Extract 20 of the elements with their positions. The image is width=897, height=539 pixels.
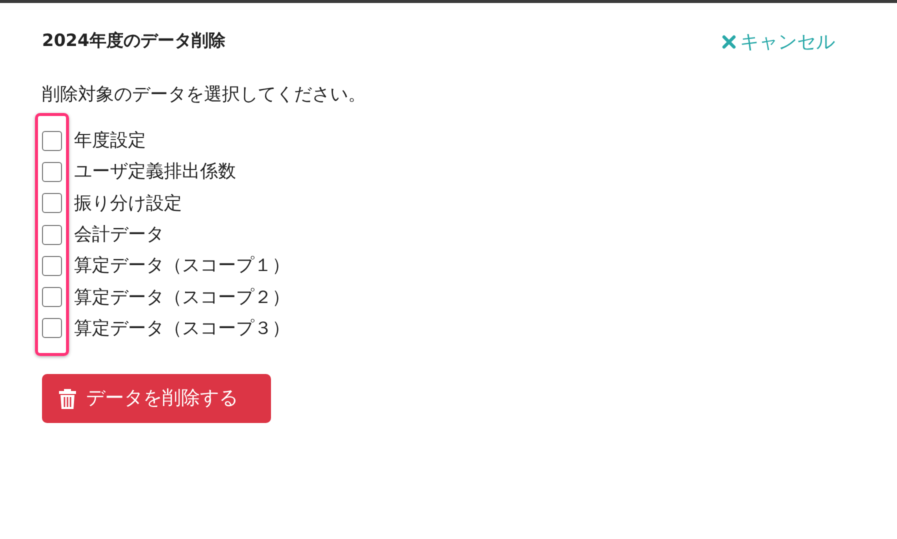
option-label: 算定データ（スコープ２） xyxy=(74,286,290,310)
option-label: 会計データ xyxy=(74,223,164,248)
checkbox[interactable] xyxy=(42,287,62,308)
instruction-text: 削除対象のデータを選択してください。 xyxy=(42,83,367,107)
checkbox[interactable] xyxy=(42,130,62,151)
option-label: 年度設定 xyxy=(74,129,146,154)
checkbox[interactable] xyxy=(42,318,62,338)
trash-icon xyxy=(59,388,76,409)
option-label: 算定データ（スコープ３） xyxy=(74,316,290,341)
option-label: ユーザ定義排出係数 xyxy=(74,160,236,184)
delete-button[interactable]: データを削除する xyxy=(42,374,271,424)
close-icon xyxy=(722,35,736,49)
checkbox[interactable] xyxy=(42,224,62,245)
option-label: 振り分け設定 xyxy=(74,192,182,216)
checkbox[interactable] xyxy=(42,256,62,276)
checkbox[interactable] xyxy=(42,162,62,182)
cancel-button[interactable]: キャンセル xyxy=(722,28,835,56)
dialog-title: 2024年度のデータ削除 xyxy=(42,30,226,54)
checkbox[interactable] xyxy=(42,193,62,214)
option-label: 算定データ（スコープ１） xyxy=(74,254,290,278)
